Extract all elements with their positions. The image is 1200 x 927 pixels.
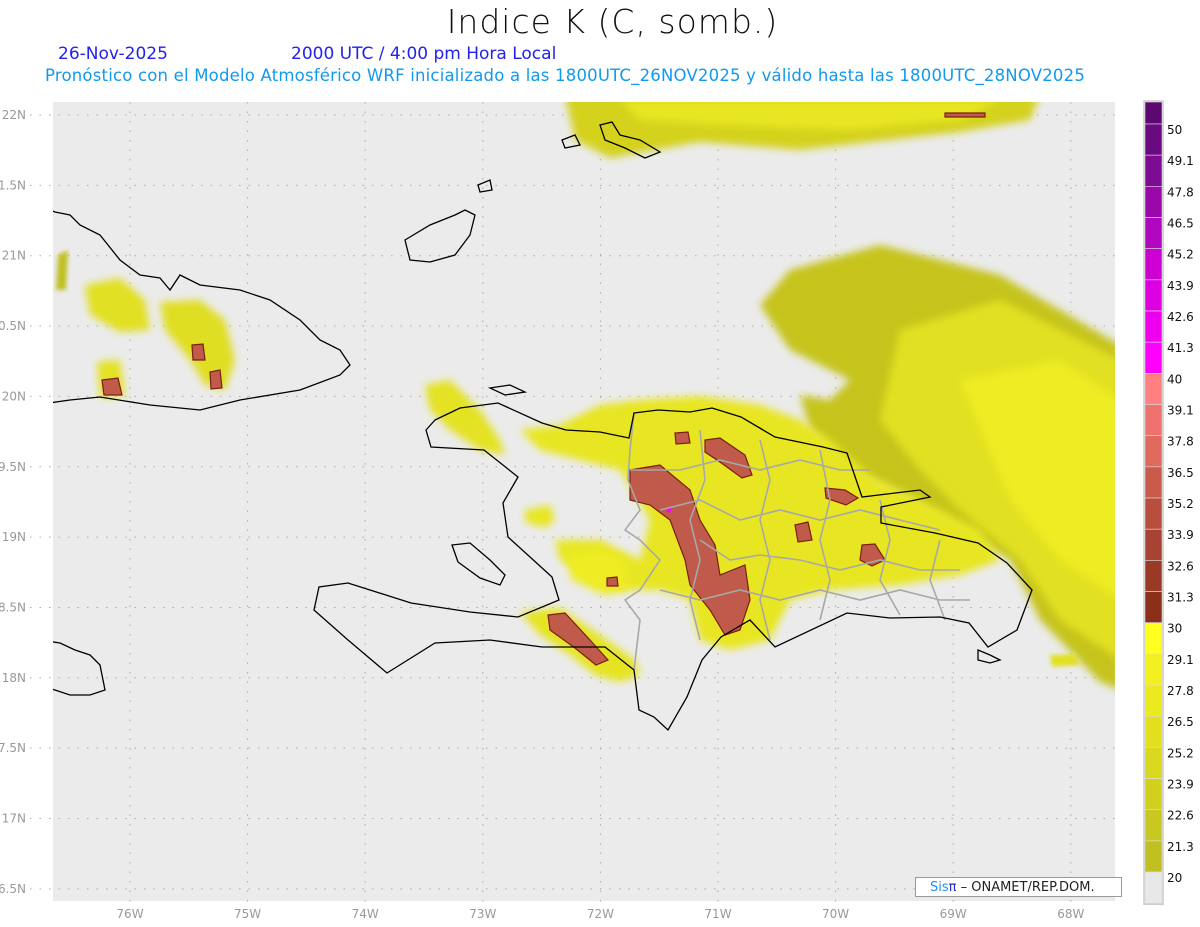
colorbar-swatch <box>1144 217 1163 249</box>
colorbar-swatch <box>1144 591 1163 624</box>
lon-label: 75W <box>234 907 261 921</box>
lat-label: 17N <box>2 812 26 826</box>
colorbar-label: 26.5 <box>1167 715 1194 729</box>
credit-box: Sisπ – ONAMET/REP.DOM. <box>915 877 1122 897</box>
core-cuba-2 <box>191 343 206 361</box>
colorbar-swatch <box>1144 747 1163 779</box>
colorbar-swatch <box>1144 341 1163 374</box>
colorbar-label: 41.3 <box>1167 341 1194 355</box>
colorbar-swatch <box>1144 622 1163 655</box>
core-cuba-3 <box>209 369 223 390</box>
colorbar-swatch <box>1144 435 1163 468</box>
core-haiti-west <box>606 576 619 587</box>
colorbar-label: 20 <box>1167 871 1182 885</box>
colorbar-label: 29.1 <box>1167 653 1194 667</box>
colorbar-label: 22.6 <box>1167 809 1194 823</box>
colorbar-label: 39.1 <box>1167 404 1194 418</box>
colorbar-swatch <box>1144 653 1163 686</box>
colorbar-swatch <box>1144 373 1163 405</box>
lat-label: 6.5N <box>0 882 26 896</box>
colorbar-label: 37.8 <box>1167 435 1194 449</box>
colorbar-swatch <box>1144 279 1163 312</box>
credit-org: – ONAMET/REP.DOM. <box>956 880 1095 895</box>
colorbar-label: 32.6 <box>1167 559 1194 573</box>
colorbar-label: 43.9 <box>1167 279 1194 293</box>
colorbar-swatch <box>1144 310 1163 343</box>
colorbar-swatch <box>1144 186 1163 218</box>
lon-label: 70W <box>822 907 849 921</box>
colorbar-label: 23.9 <box>1167 778 1194 792</box>
colorbar-label: 21.3 <box>1167 840 1194 854</box>
colorbar-swatch <box>1144 123 1163 156</box>
colorbar-label: 36.5 <box>1167 466 1194 480</box>
colorbar-label: 46.5 <box>1167 217 1194 231</box>
lon-label: 74W <box>352 907 379 921</box>
lon-label: 68W <box>1057 907 1084 921</box>
lon-label: 76W <box>116 907 143 921</box>
lat-label: 9.5N <box>0 460 26 474</box>
colorbar-label: 25.2 <box>1167 746 1194 760</box>
lat-label: 18N <box>2 671 26 685</box>
colorbar-label: 35.2 <box>1167 497 1194 511</box>
lat-label: 19N <box>2 530 26 544</box>
colorbar-label: 31.3 <box>1167 591 1194 605</box>
colorbar-swatch <box>1144 778 1163 811</box>
lat-label: 22N <box>2 108 26 122</box>
lon-label: 73W <box>469 907 496 921</box>
colorbar-label: 47.8 <box>1167 185 1194 199</box>
colorbar-label: 50 <box>1167 123 1182 137</box>
lon-label: 71W <box>704 907 731 921</box>
colorbar-label: 33.9 <box>1167 528 1194 542</box>
colorbar-swatch <box>1144 809 1163 842</box>
core-north-2 <box>674 431 691 445</box>
lat-label: 7.5N <box>0 741 26 755</box>
lat-label: 1.5N <box>0 178 26 192</box>
colorbar-swatch <box>1144 840 1163 873</box>
colorbar-label: 45.2 <box>1167 248 1194 262</box>
weather-map: 22N 1.5N 21N 0.5N 20N 9.5N 19N 8.5N 18N 7.5N 17N 6.… <box>0 100 1194 921</box>
colorbar-swatch <box>1144 154 1163 187</box>
lat-label: 0.5N <box>0 319 26 333</box>
colorbar-swatch <box>1144 497 1163 530</box>
colorbar-swatch <box>1144 715 1163 748</box>
lon-label: 69W <box>940 907 967 921</box>
colorbar-swatch <box>1144 404 1163 436</box>
colorbar-swatch <box>1144 528 1163 561</box>
colorbar-label: 40 <box>1167 372 1182 386</box>
colorbar-swatch <box>1144 101 1163 125</box>
shade-pr <box>1050 654 1080 667</box>
colorbar-swatch <box>1144 466 1163 499</box>
core-cuba-1 <box>101 377 123 396</box>
colorbar-swatch <box>1144 248 1163 281</box>
lon-label: 72W <box>587 907 614 921</box>
colorbar-swatch <box>1144 684 1163 717</box>
credit-sis: Sis <box>930 880 949 895</box>
lat-label: 8.5N <box>0 600 26 614</box>
colorbar-label: 49.1 <box>1167 154 1194 168</box>
colorbar: 50 49.1 47.8 46.5 45.2 43.9 42.6 41.3 40 39.1 37.8… <box>1143 100 1194 905</box>
colorbar-swatch <box>1144 871 1163 904</box>
lat-label: 21N <box>2 249 26 263</box>
colorbar-swatch <box>1144 560 1163 592</box>
lat-label: 20N <box>2 389 26 403</box>
core-north-edge <box>944 112 986 118</box>
colorbar-label: 30 <box>1167 622 1182 636</box>
colorbar-label: 42.6 <box>1167 310 1194 324</box>
colorbar-label: 27.8 <box>1167 684 1194 698</box>
